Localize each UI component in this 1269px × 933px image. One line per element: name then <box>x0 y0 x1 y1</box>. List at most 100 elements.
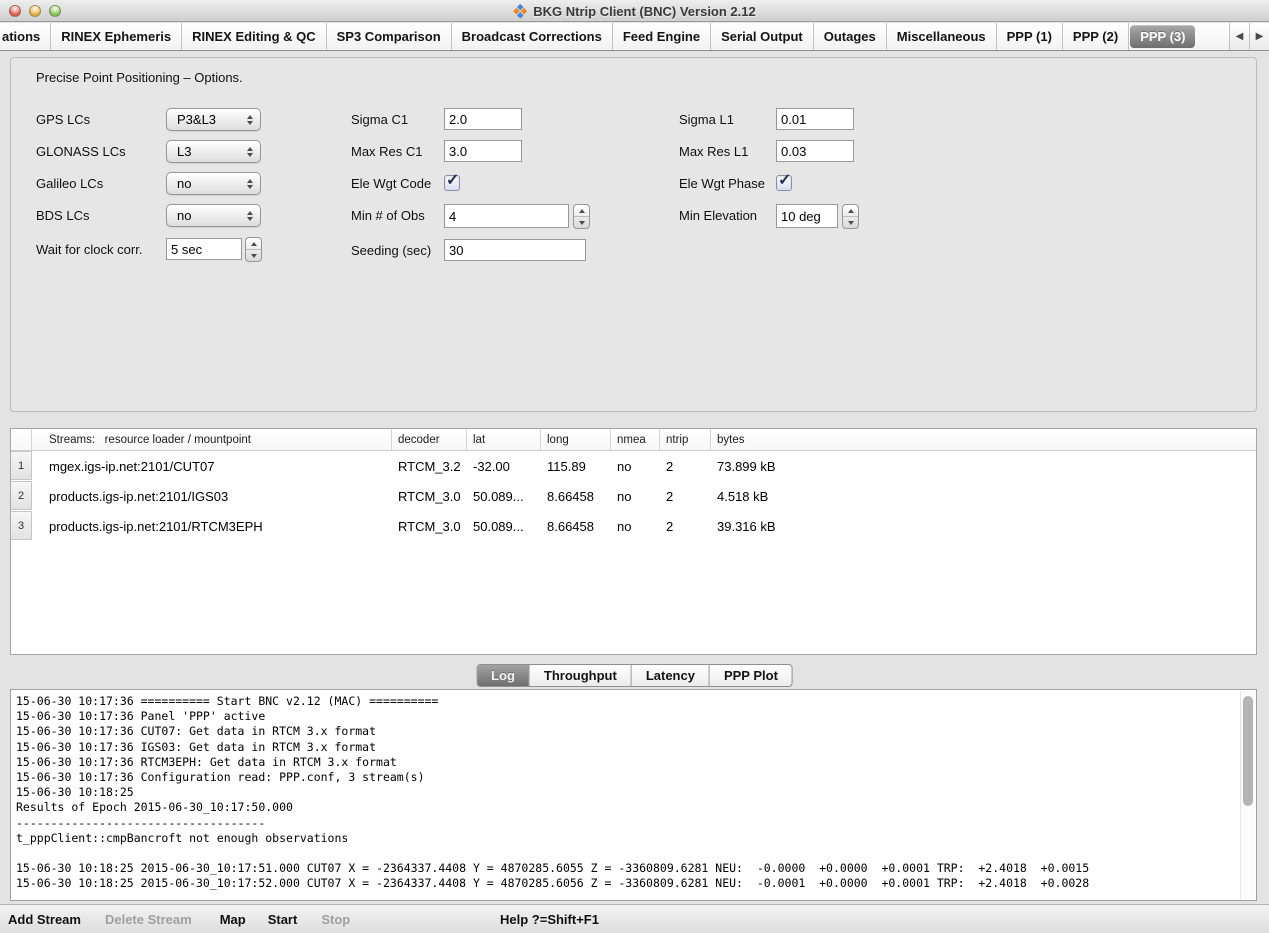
tab-serial-output[interactable]: Serial Output <box>711 23 814 50</box>
title-area: BKG Ntrip Client (BNC) Version 2.12 <box>0 0 1269 22</box>
chevron-up-down-icon <box>244 179 260 189</box>
map-button[interactable]: Map <box>220 912 246 927</box>
stepper-up-icon[interactable] <box>574 205 589 216</box>
min-obs-stepper[interactable] <box>573 204 590 229</box>
cell-mountpoint: products.igs-ip.net:2101/RTCM3EPH <box>32 511 392 541</box>
tab-broadcast-corrections[interactable]: Broadcast Corrections <box>452 23 613 50</box>
log-line: 15-06-30 10:18:25 <box>16 785 1238 800</box>
log-line: 15-06-30 10:17:36 Configuration read: PP… <box>16 770 1238 785</box>
scrollbar-thumb[interactable] <box>1243 696 1253 806</box>
tab-scroll-left-icon[interactable]: ◀ <box>1229 23 1249 50</box>
cell-lat: 50.089... <box>467 511 541 541</box>
min-obs-label: Min # of Obs <box>351 204 425 227</box>
log-line: t_pppClient::cmpBancroft not enough obse… <box>16 831 1238 846</box>
max-res-c1-label: Max Res C1 <box>351 140 423 163</box>
gps-lcs-select[interactable]: P3&L3 <box>166 108 261 131</box>
glonass-lcs-select[interactable]: L3 <box>166 140 261 163</box>
start-button[interactable]: Start <box>268 912 298 927</box>
tab-rinex-editing-qc[interactable]: RINEX Editing & QC <box>182 23 327 50</box>
tab-ppp-3[interactable]: PPP (3) <box>1130 25 1195 48</box>
sigma-c1-label: Sigma C1 <box>351 108 408 131</box>
stepper-down-icon[interactable] <box>246 249 261 261</box>
glonass-lcs-value: L3 <box>167 144 244 159</box>
main-tab-bar: ations RINEX Ephemeris RINEX Editing & Q… <box>0 23 1269 51</box>
titlebar: BKG Ntrip Client (BNC) Version 2.12 <box>0 0 1269 22</box>
log-line: 15-06-30 10:17:36 IGS03: Get data in RTC… <box>16 740 1238 755</box>
header-lat: lat <box>467 429 541 450</box>
sigma-c1-input[interactable] <box>444 108 522 130</box>
cell-bytes: 4.518 kB <box>711 481 1256 511</box>
seeding-input[interactable] <box>444 239 586 261</box>
cell-nmea: no <box>611 481 660 511</box>
bds-lcs-select[interactable]: no <box>166 204 261 227</box>
log-line: 15-06-30 10:17:36 ========== Start BNC v… <box>16 694 1238 709</box>
cell-ntrip: 2 <box>660 451 711 481</box>
tab-ppp-2[interactable]: PPP (2) <box>1063 23 1129 50</box>
log-scrollbar[interactable] <box>1240 691 1255 899</box>
max-res-l1-input[interactable] <box>776 140 854 162</box>
min-elevation-stepper[interactable] <box>842 204 859 229</box>
tab-rinex-ephemeris[interactable]: RINEX Ephemeris <box>51 23 182 50</box>
tab-outages[interactable]: Outages <box>814 23 887 50</box>
tab-latency[interactable]: Latency <box>632 665 710 686</box>
galileo-lcs-select[interactable]: no <box>166 172 261 195</box>
header-gutter <box>11 429 32 450</box>
cell-ntrip: 2 <box>660 511 711 541</box>
streams-table-header: Streams: resource loader / mountpoint de… <box>11 429 1256 451</box>
min-elevation-input[interactable] <box>776 204 838 228</box>
header-mountpoint: Streams: resource loader / mountpoint <box>32 429 392 450</box>
stepper-down-icon[interactable] <box>843 216 858 228</box>
tab-sp3-comparison[interactable]: SP3 Comparison <box>327 23 452 50</box>
glonass-lcs-label: GLONASS LCs <box>36 140 126 163</box>
tab-log[interactable]: Log <box>477 665 530 686</box>
tab-miscellaneous[interactable]: Miscellaneous <box>887 23 997 50</box>
table-row[interactable]: 1 mgex.igs-ip.net:2101/CUT07 RTCM_3.2 -3… <box>11 451 1256 481</box>
header-bytes: bytes <box>711 429 1256 450</box>
tab-observations-partial[interactable]: ations <box>0 23 51 50</box>
tab-feed-engine[interactable]: Feed Engine <box>613 23 711 50</box>
tab-ppp-plot[interactable]: PPP Plot <box>710 665 792 686</box>
chevron-up-down-icon <box>244 147 260 157</box>
header-long: long <box>541 429 611 450</box>
cell-decoder: RTCM_3.2 <box>392 451 467 481</box>
cell-mountpoint: products.igs-ip.net:2101/IGS03 <box>32 481 392 511</box>
ele-wgt-code-checkbox[interactable]: ✓ <box>444 175 460 191</box>
stop-button[interactable]: Stop <box>321 912 350 927</box>
max-res-c1-input[interactable] <box>444 140 522 162</box>
add-stream-button[interactable]: Add Stream <box>8 912 81 927</box>
tab-scroll-right-icon[interactable]: ▶ <box>1249 23 1269 50</box>
cell-decoder: RTCM_3.0 <box>392 511 467 541</box>
wait-clock-input[interactable] <box>166 238 242 260</box>
log-panel[interactable]: 15-06-30 10:17:36 ========== Start BNC v… <box>10 689 1257 901</box>
cell-nmea: no <box>611 511 660 541</box>
ele-wgt-phase-label: Ele Wgt Phase <box>679 172 765 195</box>
sigma-l1-label: Sigma L1 <box>679 108 734 131</box>
log-line: 15-06-30 10:18:25 2015-06-30_10:17:52.00… <box>16 876 1238 891</box>
wait-clock-stepper[interactable] <box>245 237 262 262</box>
stepper-down-icon[interactable] <box>574 216 589 228</box>
cell-long: 8.66458 <box>541 481 611 511</box>
table-row[interactable]: 3 products.igs-ip.net:2101/RTCM3EPH RTCM… <box>11 511 1256 541</box>
table-row[interactable]: 2 products.igs-ip.net:2101/IGS03 RTCM_3.… <box>11 481 1256 511</box>
ele-wgt-code-label: Ele Wgt Code <box>351 172 431 195</box>
header-nmea: nmea <box>611 429 660 450</box>
bds-lcs-value: no <box>167 208 244 223</box>
sigma-l1-input[interactable] <box>776 108 854 130</box>
gps-lcs-value: P3&L3 <box>167 112 244 127</box>
stepper-up-icon[interactable] <box>843 205 858 216</box>
header-decoder: decoder <box>392 429 467 450</box>
delete-stream-button[interactable]: Delete Stream <box>105 912 192 927</box>
bnc-app-icon <box>513 4 528 19</box>
stepper-up-icon[interactable] <box>246 238 261 249</box>
log-line: ------------------------------------ <box>16 816 1238 831</box>
cell-long: 115.89 <box>541 451 611 481</box>
cell-ntrip: 2 <box>660 481 711 511</box>
cell-bytes: 39.316 kB <box>711 511 1256 541</box>
row-number: 2 <box>11 481 32 510</box>
tab-throughput[interactable]: Throughput <box>530 665 632 686</box>
min-obs-input[interactable] <box>444 204 569 228</box>
bnc-window: BKG Ntrip Client (BNC) Version 2.12 atio… <box>0 0 1269 933</box>
ele-wgt-phase-checkbox[interactable]: ✓ <box>776 175 792 191</box>
help-shortcut-label: Help ?=Shift+F1 <box>500 912 599 927</box>
tab-ppp-1[interactable]: PPP (1) <box>997 23 1063 50</box>
